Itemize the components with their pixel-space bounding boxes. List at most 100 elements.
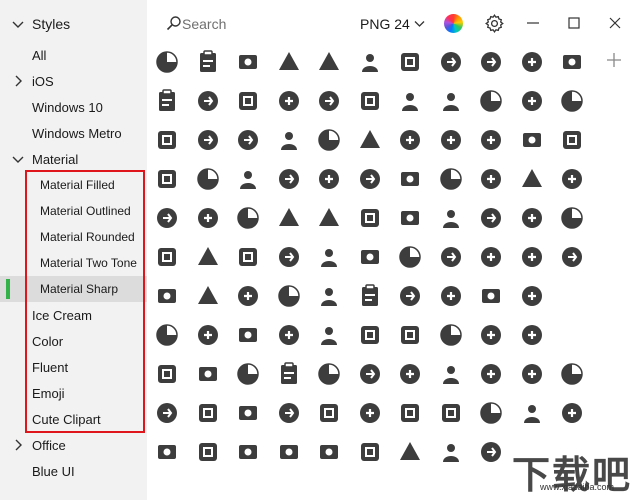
sidebar-item-ios[interactable]: iOS [0, 68, 147, 94]
document-settings-icon[interactable] [478, 439, 504, 465]
chevron-right-icon[interactable] [12, 75, 24, 87]
pie-chart-9-icon[interactable] [519, 205, 545, 231]
sidebar-item-color[interactable]: Color [0, 328, 147, 354]
color-picker-icon[interactable] [444, 14, 463, 33]
bomb-sliding-icon[interactable] [357, 88, 383, 114]
format-dropdown[interactable]: PNG 24 [360, 14, 425, 34]
fire-box-icon[interactable] [519, 166, 545, 192]
camera-square-icon[interactable] [235, 439, 261, 465]
dotted-grid-icon[interactable] [559, 205, 585, 231]
brackets-icon[interactable] [235, 400, 261, 426]
arrow-up-circle-icon[interactable] [438, 283, 464, 309]
arrow-left-circle-alt-icon[interactable] [519, 283, 545, 309]
person-cleaning-icon[interactable] [195, 283, 221, 309]
video-chat-icon[interactable] [438, 400, 464, 426]
key-list-icon[interactable] [154, 361, 180, 387]
arrow-left-circle-icon[interactable] [154, 244, 180, 270]
brick-wall-icon[interactable] [316, 49, 342, 75]
sidebar-item-emoji[interactable]: Emoji [0, 380, 147, 406]
sidebar-item-cute-clipart[interactable]: Cute Clipart [0, 406, 147, 432]
person-icon[interactable] [478, 127, 504, 153]
pie-chart-2-icon[interactable] [195, 205, 221, 231]
brick-truck-icon[interactable] [154, 283, 180, 309]
paper-plane-icon[interactable] [195, 166, 221, 192]
watering-can-icon[interactable] [154, 400, 180, 426]
game-controller-icon[interactable] [235, 244, 261, 270]
sunshine-icon[interactable] [316, 88, 342, 114]
puzzle-icon[interactable] [316, 205, 342, 231]
bbq-icon[interactable] [478, 166, 504, 192]
restaurant-building-icon[interactable] [438, 127, 464, 153]
car-badge-icon[interactable] [276, 244, 302, 270]
manta-ray-icon[interactable] [397, 88, 423, 114]
microscope-icon[interactable] [154, 127, 180, 153]
newspaper-layout-icon[interactable] [195, 400, 221, 426]
photo-frame-icon[interactable] [235, 49, 261, 75]
cloud-lightning-icon[interactable] [235, 361, 261, 387]
pie-chart-5-icon[interactable] [357, 205, 383, 231]
calendar-blocked-icon[interactable] [519, 244, 545, 270]
styles-header[interactable]: Styles [0, 11, 147, 37]
speedometer-icon[interactable] [235, 88, 261, 114]
sidebar-item-office[interactable]: Office [0, 432, 147, 458]
sidebar-item-ice-cream[interactable]: Ice Cream [0, 302, 147, 328]
monitor-icon[interactable] [154, 439, 180, 465]
sidebar-item-material-rounded[interactable]: Material Rounded [0, 224, 147, 250]
barcode-icon[interactable] [357, 127, 383, 153]
search-input[interactable] [182, 13, 332, 35]
sidebar-item-windows-metro[interactable]: Windows Metro [0, 120, 147, 146]
document-list-icon[interactable] [357, 166, 383, 192]
phone-call-icon[interactable] [519, 322, 545, 348]
sidebar-item-blue-ui[interactable]: Blue UI [0, 458, 147, 484]
sidebar-item-material-outlined[interactable]: Material Outlined [0, 198, 147, 224]
clipboard-icon[interactable] [154, 49, 180, 75]
calendar-star-icon[interactable] [478, 244, 504, 270]
fish-icon[interactable] [438, 88, 464, 114]
bookmark-icon[interactable] [276, 283, 302, 309]
parking-gate-icon[interactable] [276, 361, 302, 387]
triangle-split-icon[interactable] [397, 166, 423, 192]
avatar-glasses-icon[interactable] [478, 88, 504, 114]
sidebar-item-fluent[interactable]: Fluent [0, 354, 147, 380]
grill-icon[interactable] [438, 166, 464, 192]
maximize-icon[interactable] [565, 14, 583, 32]
washing-machine-icon[interactable] [559, 361, 585, 387]
chalk-icon[interactable] [316, 361, 342, 387]
balloons-icon[interactable] [357, 283, 383, 309]
helmet-icon[interactable] [397, 361, 423, 387]
sidebar-item-all[interactable]: All [0, 42, 147, 68]
id-card-icon[interactable] [519, 49, 545, 75]
airplane-landing-icon[interactable] [154, 88, 180, 114]
close-sign-icon[interactable] [357, 322, 383, 348]
video-camera-icon[interactable] [559, 88, 585, 114]
pie-chart-7-icon[interactable] [438, 205, 464, 231]
translate-icon[interactable] [438, 322, 464, 348]
balloon-icon[interactable] [397, 283, 423, 309]
wrench-icon[interactable] [478, 400, 504, 426]
pie-chart-6-icon[interactable] [397, 205, 423, 231]
heart-balloon-icon[interactable] [276, 400, 302, 426]
leaf-box-icon[interactable] [559, 127, 585, 153]
keyboard-icon[interactable] [195, 361, 221, 387]
add-icon[interactable] [605, 51, 623, 69]
squirrel-icon[interactable] [397, 127, 423, 153]
scooter-icon[interactable] [235, 127, 261, 153]
f10-key-icon[interactable] [195, 88, 221, 114]
boat-icon[interactable] [195, 127, 221, 153]
video-message-icon[interactable] [357, 244, 383, 270]
gear-icon[interactable] [484, 13, 505, 34]
key-circle-icon[interactable] [276, 88, 302, 114]
pie-chart-3-icon[interactable] [235, 205, 261, 231]
open-sign-icon[interactable] [316, 322, 342, 348]
o3-icon[interactable] [519, 400, 545, 426]
animal-face-icon[interactable] [559, 49, 585, 75]
vr-glasses-icon[interactable] [397, 439, 423, 465]
sidebar-item-windows-10[interactable]: Windows 10 [0, 94, 147, 120]
up-arrow-icon[interactable] [357, 400, 383, 426]
copy-file-icon[interactable] [438, 439, 464, 465]
fishing-icon[interactable] [519, 361, 545, 387]
calendar-clock-icon[interactable] [559, 244, 585, 270]
drill-icon[interactable] [195, 439, 221, 465]
team-time-icon[interactable] [316, 400, 342, 426]
pie-chart-1-icon[interactable] [154, 205, 180, 231]
